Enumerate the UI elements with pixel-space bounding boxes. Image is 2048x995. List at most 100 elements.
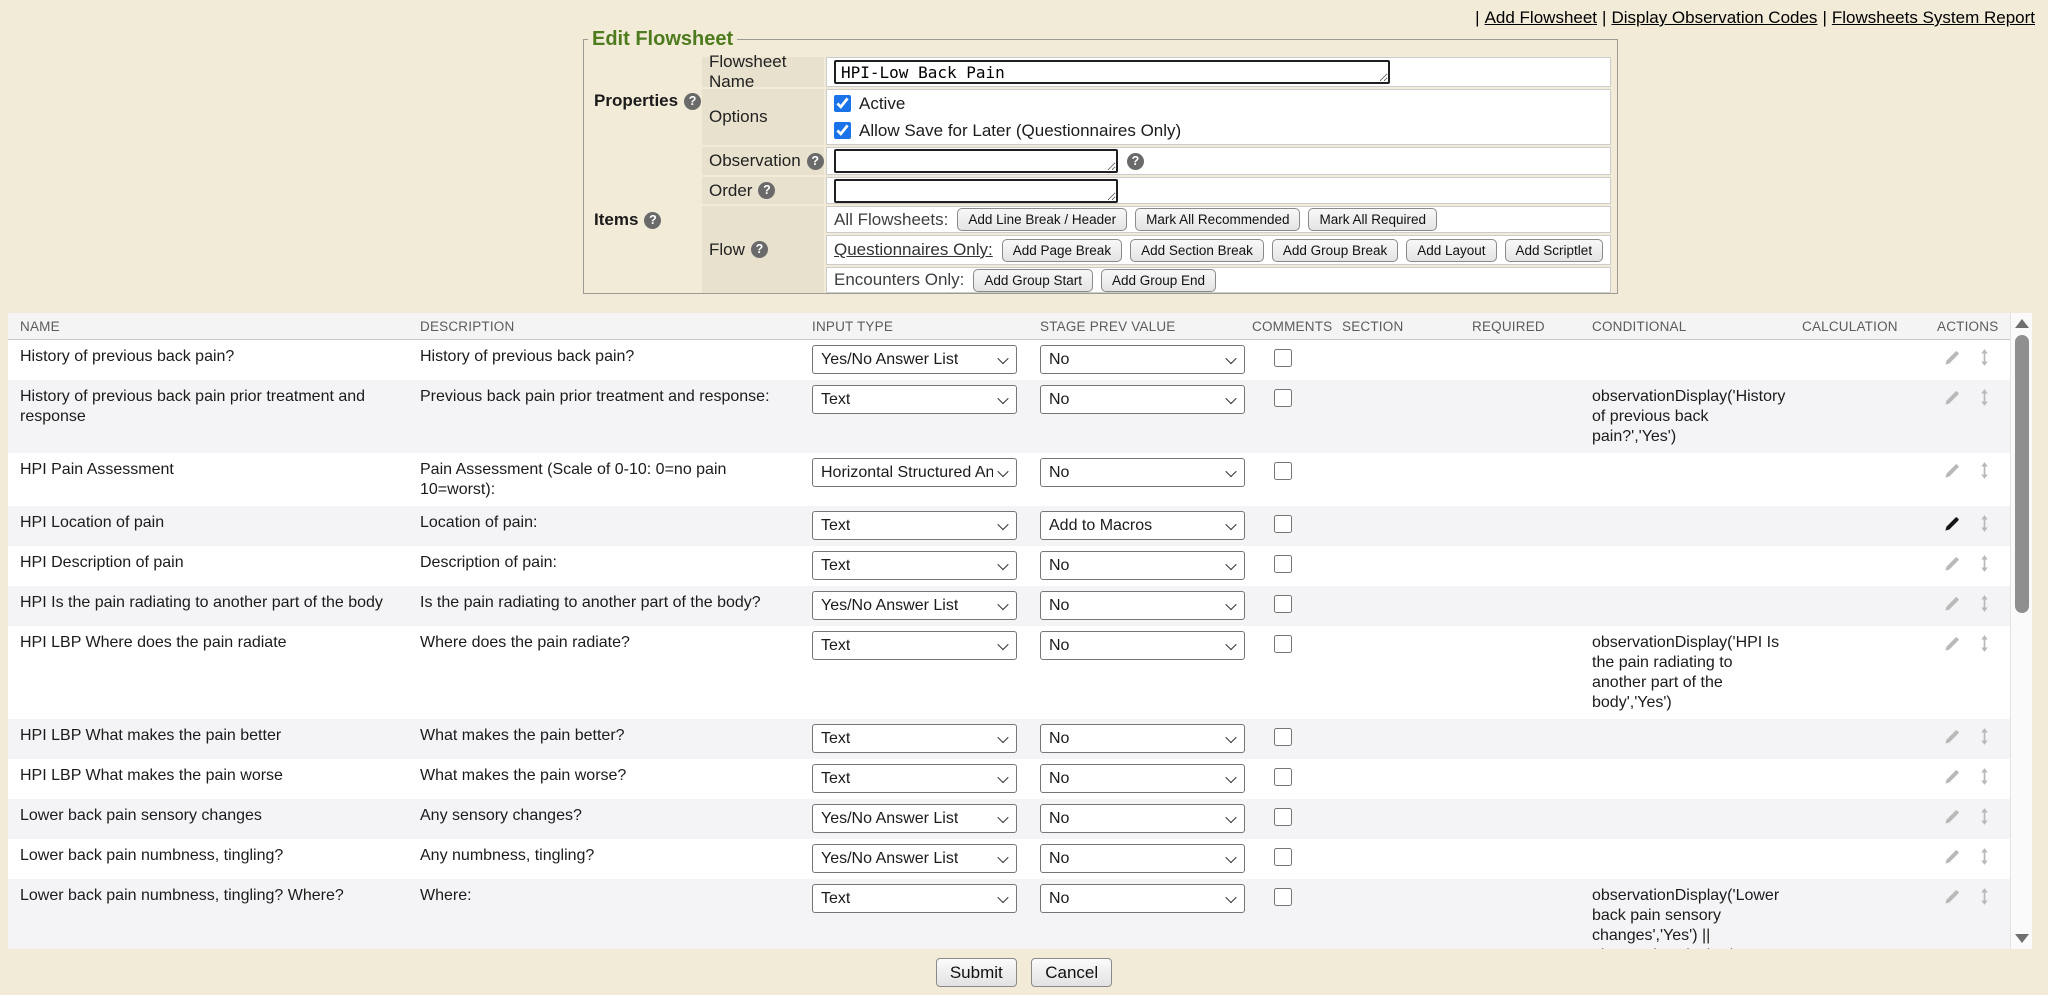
row-section xyxy=(1330,839,1460,879)
move-updown-icon[interactable] xyxy=(1975,634,1994,653)
option-active[interactable]: Active xyxy=(834,90,1603,117)
order-input[interactable] xyxy=(834,179,1118,203)
flow-button[interactable]: Add Group Break xyxy=(1272,239,1398,262)
comments-checkbox[interactable] xyxy=(1274,515,1292,533)
row-name: HPI Description of pain xyxy=(8,546,408,586)
stage-prev-value-select[interactable]: No xyxy=(1040,844,1245,873)
comments-checkbox[interactable] xyxy=(1274,389,1292,407)
move-updown-icon[interactable] xyxy=(1975,554,1994,573)
edit-pencil-icon[interactable] xyxy=(1943,388,1962,407)
option-allow-save[interactable]: Allow Save for Later (Questionnaires Onl… xyxy=(834,117,1603,144)
edit-pencil-icon[interactable] xyxy=(1943,634,1962,653)
input-type-select[interactable]: Yes/No Answer List xyxy=(812,345,1017,374)
move-updown-icon[interactable] xyxy=(1975,807,1994,826)
comments-checkbox[interactable] xyxy=(1274,462,1292,480)
top-link[interactable]: Add Flowsheet xyxy=(1485,8,1597,27)
cancel-button[interactable]: Cancel xyxy=(1031,958,1112,987)
edit-pencil-icon[interactable] xyxy=(1943,807,1962,826)
stage-prev-value-select[interactable]: No xyxy=(1040,551,1245,580)
input-type-select[interactable]: Yes/No Answer List xyxy=(812,844,1017,873)
allow-save-checkbox[interactable] xyxy=(834,122,851,139)
edit-pencil-icon[interactable] xyxy=(1943,554,1962,573)
flow-button[interactable]: Add Scriptlet xyxy=(1505,239,1604,262)
comments-checkbox[interactable] xyxy=(1274,808,1292,826)
flow-button[interactable]: Add Line Break / Header xyxy=(957,208,1127,231)
edit-pencil-icon[interactable] xyxy=(1943,847,1962,866)
input-type-select[interactable]: Yes/No Answer List xyxy=(812,804,1017,833)
edit-pencil-icon[interactable] xyxy=(1943,594,1962,613)
comments-checkbox[interactable] xyxy=(1274,349,1292,367)
move-updown-icon[interactable] xyxy=(1975,594,1994,613)
scroll-up-icon[interactable] xyxy=(2015,319,2029,328)
scrollbar-thumb[interactable] xyxy=(2015,335,2029,613)
edit-pencil-icon[interactable] xyxy=(1943,767,1962,786)
stage-prev-value-select[interactable]: No xyxy=(1040,591,1245,620)
input-type-select[interactable]: Text xyxy=(812,551,1017,580)
row-required xyxy=(1460,839,1580,879)
flow-button[interactable]: Add Group Start xyxy=(973,269,1093,292)
active-checkbox[interactable] xyxy=(834,95,851,112)
help-icon[interactable] xyxy=(644,212,661,229)
move-updown-icon[interactable] xyxy=(1975,514,1994,533)
flow-button[interactable]: Add Group End xyxy=(1101,269,1216,292)
scroll-down-icon[interactable] xyxy=(2015,934,2029,943)
comments-checkbox[interactable] xyxy=(1274,768,1292,786)
table-row: HPI LBP What makes the pain worse What m… xyxy=(8,759,2010,799)
input-type-select[interactable]: Text xyxy=(812,511,1017,540)
table-scrollbar[interactable] xyxy=(2010,313,2032,949)
comments-checkbox[interactable] xyxy=(1274,848,1292,866)
input-type-select[interactable]: Text xyxy=(812,631,1017,660)
stage-prev-value-select[interactable]: No xyxy=(1040,884,1245,913)
chevron-down-icon xyxy=(997,638,1008,649)
input-type-select[interactable]: Text xyxy=(812,764,1017,793)
move-updown-icon[interactable] xyxy=(1975,727,1994,746)
stage-prev-value-select[interactable]: No xyxy=(1040,631,1245,660)
stage-prev-value-select[interactable]: No xyxy=(1040,724,1245,753)
edit-pencil-icon[interactable] xyxy=(1943,887,1962,906)
input-type-select[interactable]: Yes/No Answer List xyxy=(812,591,1017,620)
flowsheet-name-label: Flowsheet Name xyxy=(702,57,824,87)
stage-prev-value-select[interactable]: No xyxy=(1040,345,1245,374)
flowsheet-name-input[interactable]: HPI-Low Back Pain xyxy=(834,60,1390,84)
flow-button[interactable]: Add Section Break xyxy=(1130,239,1264,262)
move-updown-icon[interactable] xyxy=(1975,847,1994,866)
comments-checkbox[interactable] xyxy=(1274,888,1292,906)
comments-checkbox[interactable] xyxy=(1274,555,1292,573)
edit-pencil-icon[interactable] xyxy=(1943,348,1962,367)
stage-prev-value-select[interactable]: No xyxy=(1040,764,1245,793)
move-updown-icon[interactable] xyxy=(1975,767,1994,786)
edit-pencil-icon[interactable] xyxy=(1943,514,1962,533)
help-icon[interactable] xyxy=(758,182,775,199)
edit-pencil-icon[interactable] xyxy=(1943,461,1962,480)
comments-checkbox[interactable] xyxy=(1274,635,1292,653)
stage-prev-value-select[interactable]: Add to Macros xyxy=(1040,511,1245,540)
help-icon[interactable] xyxy=(751,241,768,258)
help-icon[interactable] xyxy=(807,153,824,170)
comments-checkbox[interactable] xyxy=(1274,728,1292,746)
row-section xyxy=(1330,879,1460,949)
move-updown-icon[interactable] xyxy=(1975,461,1994,480)
stage-prev-value-select[interactable]: No xyxy=(1040,804,1245,833)
flow-button[interactable]: Add Layout xyxy=(1406,239,1496,262)
help-icon[interactable] xyxy=(1127,153,1144,170)
flow-button[interactable]: Add Page Break xyxy=(1002,239,1122,262)
flow-button[interactable]: Mark All Required xyxy=(1308,208,1437,231)
edit-pencil-icon[interactable] xyxy=(1943,727,1962,746)
input-type-select[interactable]: Horizontal Structured Ans xyxy=(812,458,1017,487)
help-icon[interactable] xyxy=(684,93,701,110)
stage-prev-value-select[interactable]: No xyxy=(1040,385,1245,414)
input-type-select[interactable]: Text xyxy=(812,884,1017,913)
flow-button[interactable]: Mark All Recommended xyxy=(1135,208,1300,231)
submit-button[interactable]: Submit xyxy=(936,958,1017,987)
move-updown-icon[interactable] xyxy=(1975,348,1994,367)
input-type-select[interactable]: Text xyxy=(812,385,1017,414)
stage-prev-value-select[interactable]: No xyxy=(1040,458,1245,487)
input-type-select[interactable]: Text xyxy=(812,724,1017,753)
move-updown-icon[interactable] xyxy=(1975,388,1994,407)
top-link[interactable]: Flowsheets System Report xyxy=(1832,8,2035,27)
row-description: Any sensory changes? xyxy=(408,799,800,839)
move-updown-icon[interactable] xyxy=(1975,887,1994,906)
top-link[interactable]: Display Observation Codes xyxy=(1611,8,1817,27)
observation-input[interactable] xyxy=(834,149,1118,173)
comments-checkbox[interactable] xyxy=(1274,595,1292,613)
